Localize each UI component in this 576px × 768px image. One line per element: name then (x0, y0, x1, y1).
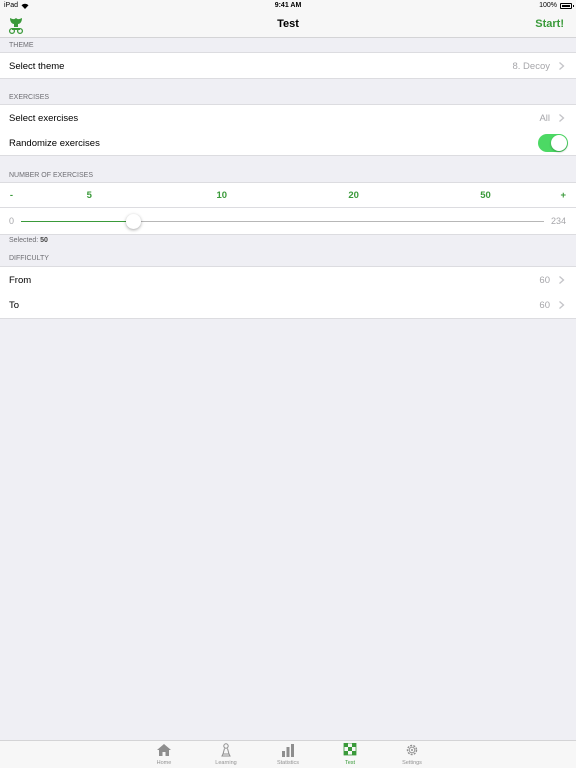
checkerboard-icon (343, 743, 357, 756)
exercise-count-slider-row: 0 234 (0, 208, 576, 235)
navigation-bar: Test Start! (0, 12, 576, 38)
tab-test[interactable]: Test (330, 743, 370, 767)
difficulty-from-row[interactable]: From 60 (0, 266, 576, 293)
tab-bar: Home Learning Statistics Test Settings (0, 740, 576, 768)
battery-icon (560, 2, 574, 9)
quick-select-20[interactable]: 20 (348, 190, 359, 201)
house-icon (157, 744, 171, 756)
select-exercises-label: Select exercises (9, 113, 79, 124)
quick-select-plus[interactable]: + (561, 190, 567, 201)
chevron-right-icon (559, 301, 565, 309)
select-theme-row[interactable]: Select theme 8. Decoy (0, 52, 576, 79)
tab-settings[interactable]: Settings (392, 743, 432, 767)
quick-select-50[interactable]: 50 (480, 190, 491, 201)
select-theme-label: Select theme (9, 61, 65, 72)
selected-count-value: 50 (40, 237, 48, 244)
gear-icon (406, 744, 418, 756)
selected-count: Selected: 50 (9, 237, 48, 244)
tab-statistics[interactable]: Statistics (268, 743, 308, 767)
bar-chart-icon (282, 744, 294, 757)
tab-learning[interactable]: Learning (206, 743, 246, 767)
battery-percent: 100% (539, 2, 557, 9)
quick-select-minus[interactable]: - (10, 190, 13, 201)
status-time: 9:41 AM (274, 2, 302, 9)
chevron-right-icon (559, 114, 565, 122)
difficulty-from-label: From (9, 275, 32, 286)
tab-label: Test (344, 760, 356, 766)
start-button[interactable]: Start! (535, 18, 564, 30)
quick-select-5[interactable]: 5 (87, 190, 92, 201)
tab-label: Home (156, 760, 172, 766)
difficulty-to-label: To (9, 300, 20, 311)
tab-label: Learning (215, 760, 237, 766)
randomize-toggle[interactable] (538, 134, 568, 152)
select-exercises-row[interactable]: Select exercises All (0, 104, 576, 131)
page-title: Test (277, 18, 299, 30)
chevron-right-icon (559, 276, 565, 284)
difficulty-to-value: 60 (539, 300, 550, 311)
randomize-exercises-label: Randomize exercises (9, 138, 100, 149)
pawn-icon (221, 743, 231, 757)
quick-select-row: - 5 10 20 50 + (0, 182, 576, 208)
randomize-exercises-row: Randomize exercises (0, 130, 576, 156)
slider-thumb[interactable] (125, 214, 141, 229)
tab-home[interactable]: Home (144, 743, 184, 767)
selected-count-label: Selected: (9, 237, 39, 244)
difficulty-from-value: 60 (539, 275, 550, 286)
tab-label: Statistics (276, 760, 299, 766)
toggle-knob (551, 135, 567, 151)
slider-max-label: 234 (550, 216, 566, 226)
slider-filled-track (21, 221, 133, 222)
status-bar: iPad 9:41 AM 100% (0, 0, 576, 12)
difficulty-to-row[interactable]: To 60 (0, 292, 576, 319)
tab-label: Settings (402, 760, 422, 766)
slider-min-label: 0 (9, 216, 15, 226)
exercise-count-slider[interactable] (21, 221, 544, 222)
chevron-right-icon (559, 62, 565, 70)
select-theme-value: 8. Decoy (512, 61, 551, 72)
quick-select-10[interactable]: 10 (216, 190, 227, 201)
select-exercises-value: All (539, 113, 550, 124)
